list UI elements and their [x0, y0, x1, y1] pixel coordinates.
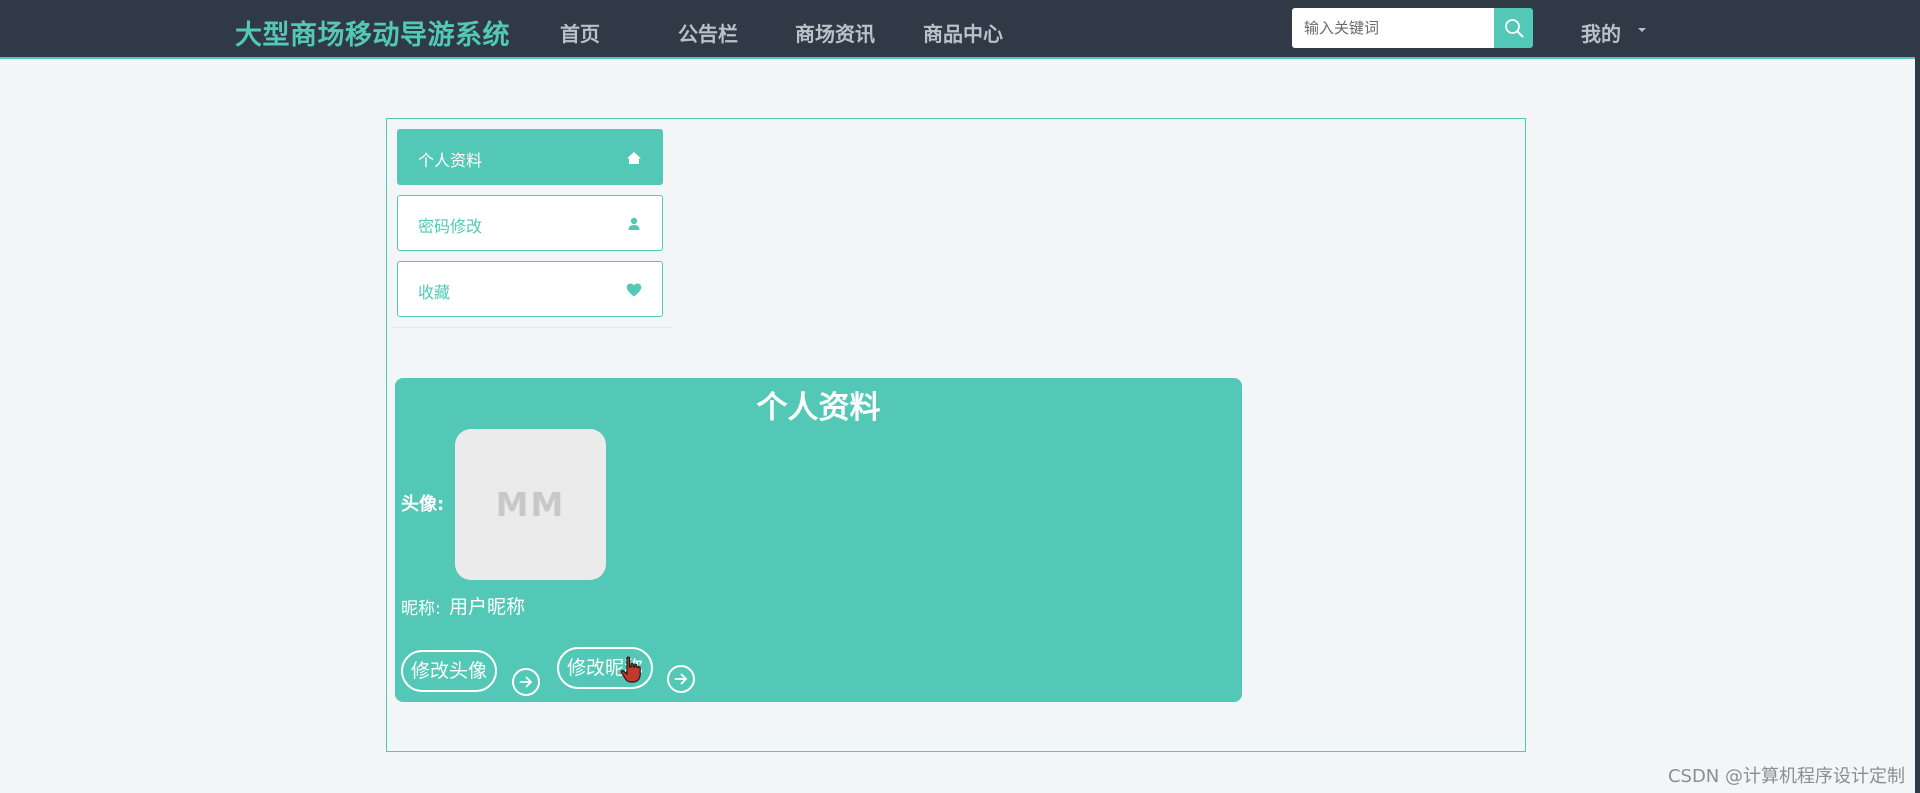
chevron-down-icon[interactable]: [1638, 28, 1646, 32]
hand-cursor-icon: [620, 656, 641, 683]
page-title: 个人资料: [756, 390, 881, 426]
profile-panel: 个人资料 头像: MM 昵称: 用户昵称 修改头像 修改昵称: [395, 378, 1242, 702]
arrow-right-icon: [674, 673, 687, 685]
search-button[interactable]: [1494, 8, 1533, 48]
brand-title[interactable]: 大型商场移动导游系统: [235, 13, 510, 52]
search-bar: [1292, 8, 1533, 48]
nav-product-center[interactable]: 商品中心: [923, 18, 1003, 47]
user-icon: [628, 217, 640, 230]
search-input[interactable]: [1292, 8, 1494, 48]
sidebar-divider: [392, 327, 672, 328]
avatar-label: 头像:: [401, 494, 445, 515]
search-icon: [1504, 19, 1523, 38]
sidebar-item-label: 个人资料: [418, 151, 483, 170]
top-navbar: 大型商场移动导游系统 首页 公告栏 商场资讯 商品中心 我的: [0, 0, 1915, 59]
arrow-right-icon: [519, 676, 532, 688]
nickname-label: 昵称:: [401, 599, 441, 619]
home-icon: [627, 152, 641, 164]
change-nickname-arrow-button[interactable]: [667, 665, 695, 693]
nav-announcements[interactable]: 公告栏: [678, 18, 738, 47]
nickname-value: 用户昵称: [449, 596, 526, 618]
heart-icon: [626, 283, 642, 297]
change-avatar-button[interactable]: 修改头像: [401, 650, 498, 692]
scrollbar[interactable]: [1915, 0, 1920, 793]
sidebar-item-favorites[interactable]: 收藏: [397, 261, 663, 317]
change-avatar-arrow-button[interactable]: [512, 668, 540, 696]
nav-home[interactable]: 首页: [560, 18, 600, 47]
sidebar-item-password[interactable]: 密码修改: [397, 195, 663, 251]
avatar[interactable]: MM: [455, 429, 606, 580]
user-menu[interactable]: 我的: [1581, 18, 1621, 47]
nav-mall-news[interactable]: 商场资讯: [795, 18, 875, 47]
watermark: CSDN @计算机程序设计定制: [1667, 766, 1905, 787]
sidebar-item-label: 密码修改: [418, 217, 483, 236]
sidebar-item-label: 收藏: [418, 283, 451, 302]
sidebar-item-profile[interactable]: 个人资料: [397, 129, 663, 185]
